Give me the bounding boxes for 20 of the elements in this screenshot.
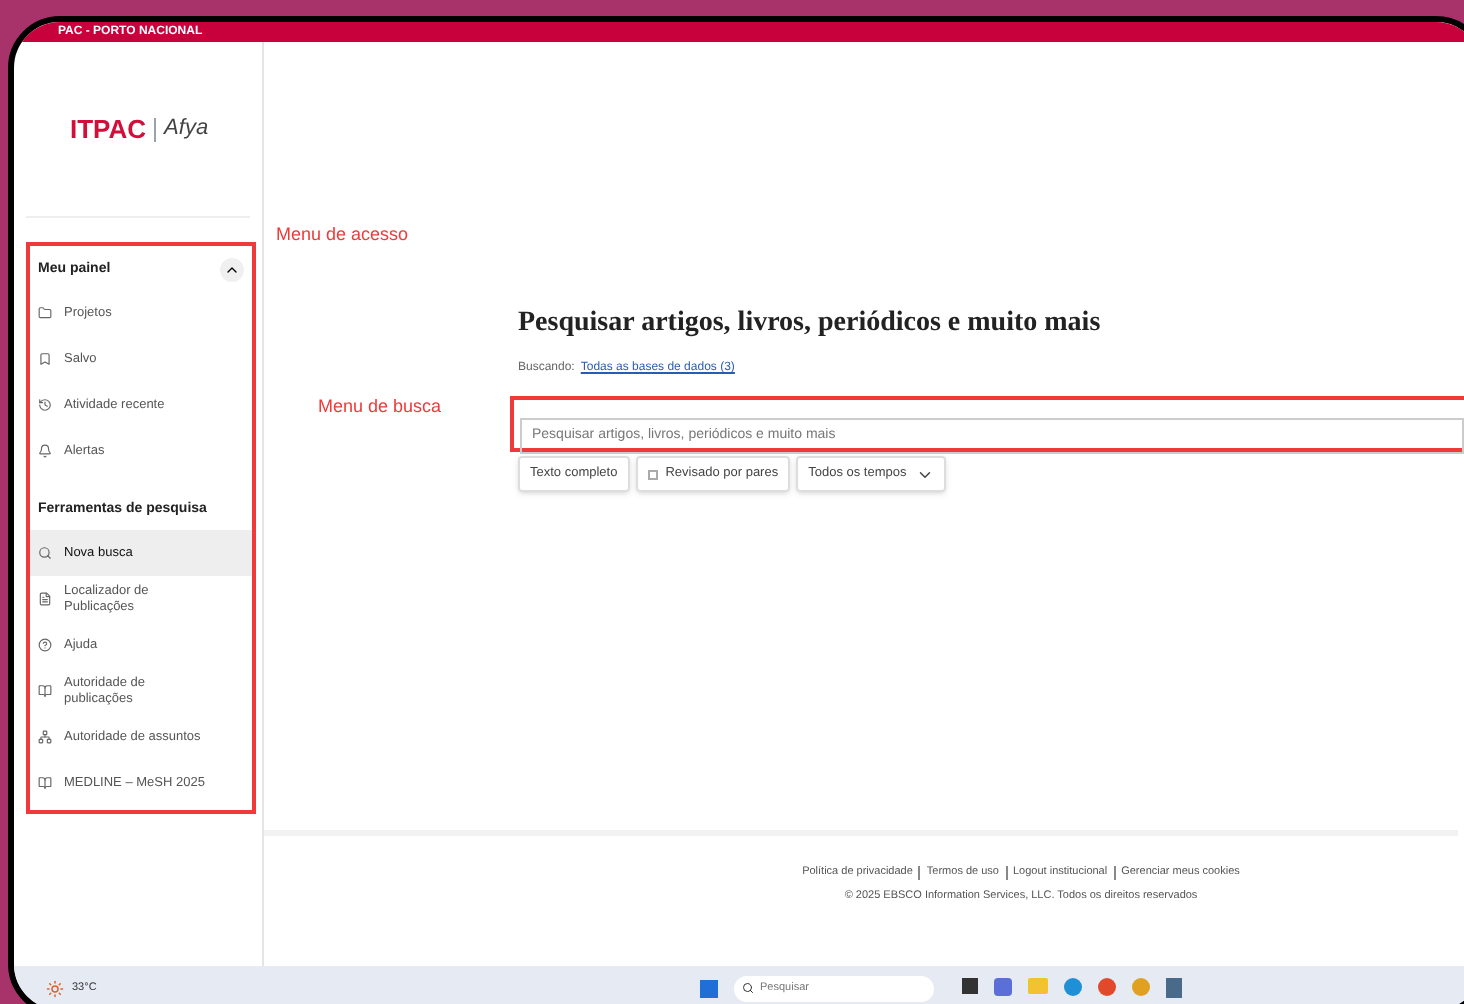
search-heading: Pesquisar artigos, livros, periódicos e muito mais xyxy=(518,306,1103,342)
search-icon xyxy=(38,546,52,560)
history-icon xyxy=(38,398,52,412)
book-icon xyxy=(38,684,52,698)
search-icon xyxy=(742,982,754,994)
weather-icon xyxy=(46,979,64,997)
document-icon xyxy=(38,592,52,606)
folder-icon xyxy=(38,306,52,320)
book-icon xyxy=(38,776,52,790)
hierarchy-icon xyxy=(38,730,52,744)
annotation-label: Menu de busca xyxy=(318,394,442,420)
help-icon xyxy=(38,638,52,652)
start-icon[interactable] xyxy=(700,979,718,997)
chevron-up-icon xyxy=(224,262,240,278)
collapse-button[interactable] xyxy=(220,258,244,282)
bookmark-icon xyxy=(38,352,52,366)
bell-icon xyxy=(38,444,52,458)
logo-brand: ITPAC xyxy=(70,111,147,148)
logo-partner: Afya xyxy=(164,114,209,145)
annotation-label: Menu de acesso xyxy=(276,222,409,248)
